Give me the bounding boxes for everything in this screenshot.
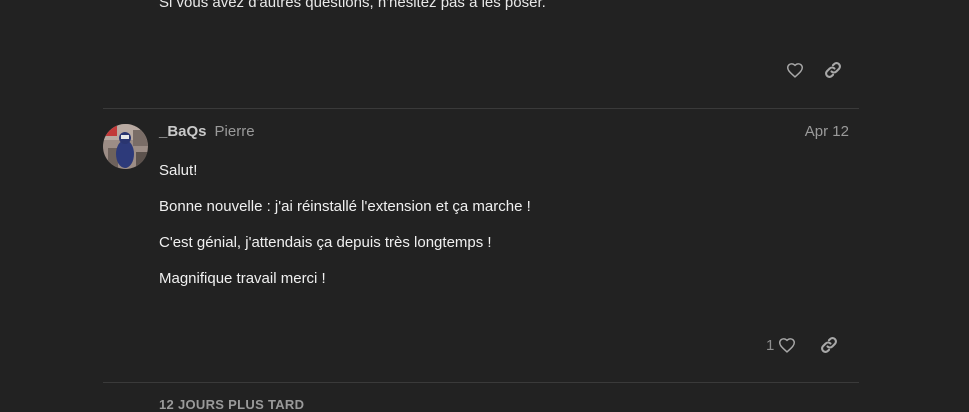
post-date[interactable]: Apr 12 [805,123,849,140]
like-count[interactable]: 1 [766,337,774,354]
previous-post-actions [776,54,852,86]
post-header: _BaQs Pierre Apr 12 [159,123,849,140]
like-button[interactable] [776,54,814,86]
previous-post-text: Si vous avez d'autres questions, n'hésit… [159,0,546,11]
share-link-button[interactable] [810,329,848,361]
post-body: Salut! Bonne nouvelle : j'ai réinstallé … [159,162,849,306]
post-divider [103,382,859,383]
link-icon [825,62,841,78]
post-paragraph: Magnifique travail merci ! [159,270,326,287]
post-paragraph: C'est génial, j'attendais ça depuis très… [159,234,492,251]
like-button[interactable]: 1 [760,329,802,361]
heart-icon [786,63,804,78]
username[interactable]: _BaQs [159,123,207,140]
heart-icon [779,338,796,353]
post-actions: 1 [760,329,848,361]
time-gap-label: 12 JOURS PLUS TARD [159,397,305,412]
share-link-button[interactable] [814,54,852,86]
link-icon [821,337,838,353]
post-paragraph: Bonne nouvelle : j'ai réinstallé l'exten… [159,198,531,215]
post-paragraph: Salut! [159,162,198,179]
full-name[interactable]: Pierre [215,123,255,140]
avatar[interactable] [103,124,148,169]
user-avatar-image [103,124,148,169]
post-divider [103,108,859,109]
